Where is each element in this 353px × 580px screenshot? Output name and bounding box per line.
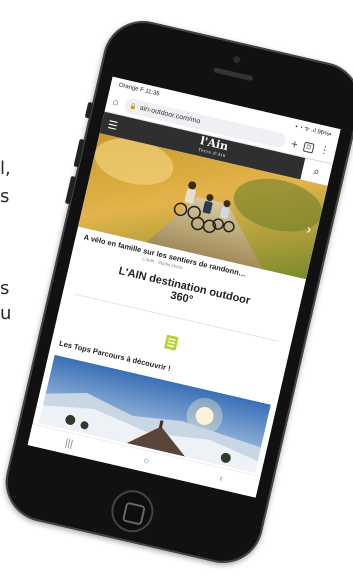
earpiece-speaker (213, 67, 254, 82)
home-icon[interactable]: ⌂ (112, 97, 120, 109)
home-circle-icon[interactable]: ○ (142, 456, 150, 468)
tab-switcher-icon[interactable]: ⊡ (302, 141, 315, 154)
home-button[interactable] (107, 486, 158, 537)
phone-screen: Orange F 11:36 ▪ ◔ ᯤ .ıl 96%▪ ⌂ 🔒 ain-ou… (27, 76, 341, 498)
background-text-fragment: s (0, 186, 10, 207)
background-text-fragment: l, (0, 158, 11, 179)
background-text-fragment: u (0, 303, 12, 324)
more-menu-icon[interactable]: ⋮ (318, 144, 330, 157)
mute-switch (84, 101, 94, 119)
phone-device: Orange F 11:36 ▪ ◔ ᯤ .ıl 96%▪ ⌂ 🔒 ain-ou… (0, 13, 353, 571)
back-icon[interactable]: ‹ (218, 473, 224, 484)
volume-up-button (73, 138, 85, 168)
front-camera (232, 55, 241, 64)
menu-icon[interactable]: ☰ (101, 116, 125, 134)
new-tab-icon[interactable]: + (290, 136, 300, 151)
background-text-fragment: s (0, 278, 10, 299)
lock-icon: 🔒 (128, 103, 138, 111)
volume-down-button (64, 175, 77, 205)
recent-apps-icon[interactable]: ||| (64, 438, 74, 450)
